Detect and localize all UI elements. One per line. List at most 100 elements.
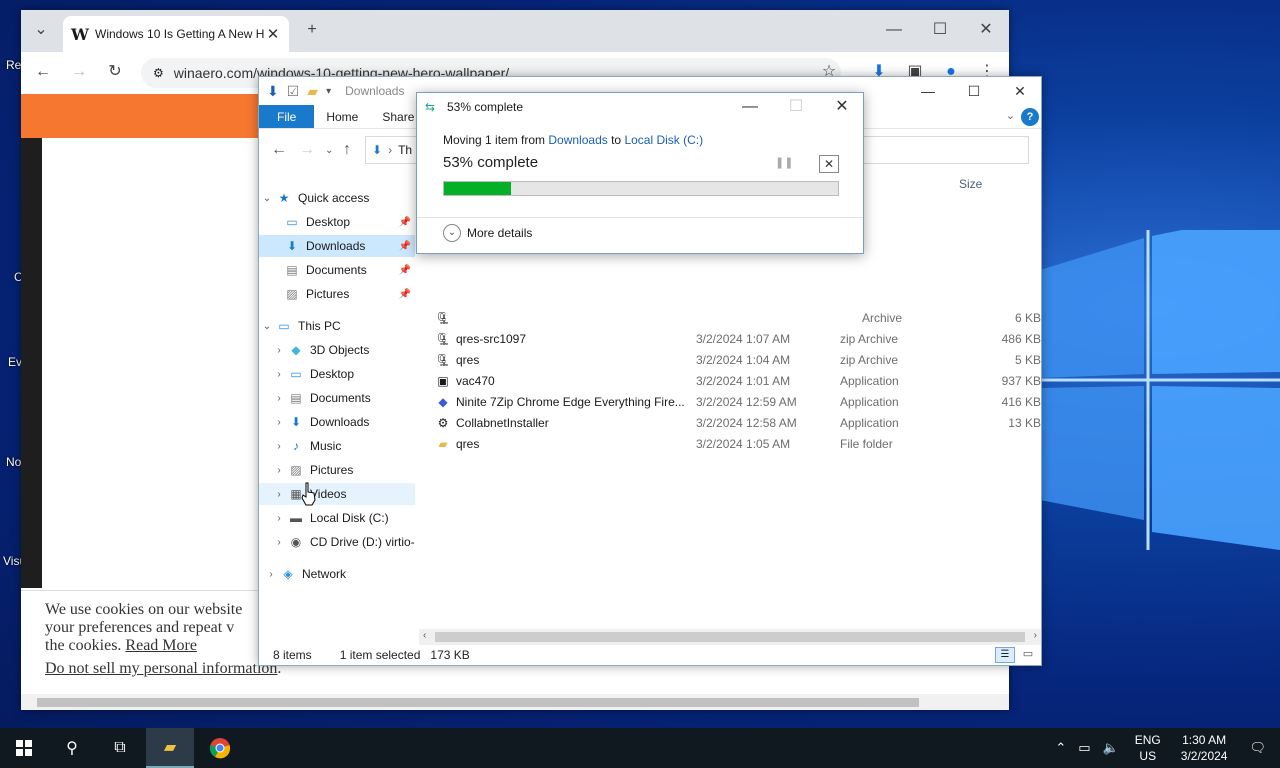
details-view-icon[interactable]: ☰ [995,647,1015,663]
nav-label: Music [310,439,342,453]
collapsed-chevron-icon[interactable]: › [263,569,279,580]
window-title: Downloads [345,84,405,98]
nav-this-pc[interactable]: ⌄ ▭ This PC [259,315,415,337]
reload-icon[interactable]: ↻ [103,60,127,84]
collapsed-chevron-icon[interactable]: › [271,465,287,476]
nav-quick-access[interactable]: ⌄ ★ Quick access [259,187,415,209]
nav-qa-downloads[interactable]: ⬇ Downloads 📌 [259,235,415,257]
pause-icon[interactable]: ❚❚ [775,156,793,172]
nav-qa-desktop[interactable]: ▭ Desktop 📌 [259,211,415,233]
forward-icon[interactable]: → [299,141,315,159]
nav-pc-pictures[interactable]: › ▨ Pictures [259,459,415,481]
volume-icon[interactable]: 🔈 [1103,740,1119,756]
collapsed-chevron-icon[interactable]: › [271,345,287,356]
desktop-icon-label[interactable]: Re [6,58,21,72]
address-crumb[interactable]: Th [398,143,412,157]
pictures-icon: ▨ [290,463,302,477]
large-icons-view-icon[interactable]: ▭ [1019,647,1037,663]
new-tab-icon[interactable]: + [289,16,335,44]
network-icon[interactable]: ▭ [1078,740,1090,756]
chevron-up-icon[interactable]: ⌃ [1055,740,1066,756]
collapsed-chevron-icon[interactable]: › [271,441,287,452]
file-explorer-taskbar-button[interactable]: ▰ [146,728,194,768]
properties-icon[interactable]: ☑ [287,83,300,100]
maximize-icon[interactable]: ☐ [917,16,963,44]
do-not-sell-link[interactable]: Do not sell my personal information [45,660,277,677]
collapsed-chevron-icon[interactable]: › [271,537,287,548]
back-icon[interactable]: ← [271,141,287,159]
scroll-left-icon[interactable]: ‹ [423,630,426,641]
collapsed-chevron-icon[interactable]: › [271,369,287,380]
start-button[interactable] [0,728,48,768]
file-list-horizontal-scrollbar[interactable]: ‹ › [419,629,1041,645]
collapsed-chevron-icon[interactable]: › [271,489,287,500]
minimize-icon[interactable]: — [727,93,773,121]
chrome-taskbar-button[interactable] [196,728,244,768]
nav-cd-drive[interactable]: › ◉ CD Drive (D:) virtio- [259,531,415,553]
expanded-chevron-icon[interactable]: ⌄ [259,193,275,204]
desktop-icon-label[interactable]: Ev [8,355,22,369]
downloads-location-icon: ⬇ [372,143,383,157]
recent-locations-icon[interactable]: ⌄ [325,145,333,156]
file-row[interactable]: 🗜 qres 3/2/2024 1:04 AM zip Archive 5 KB [435,349,1041,370]
nav-pc-downloads[interactable]: › ⬇ Downloads [259,411,415,433]
close-icon[interactable]: ✕ [819,93,865,121]
minimize-icon[interactable]: — [871,16,917,44]
expanded-chevron-icon[interactable]: ⌄ [259,321,275,332]
task-view-button[interactable]: ⧉ [96,728,144,768]
more-details-button[interactable]: ⌄ More details [443,224,532,242]
nav-pc-desktop[interactable]: › ▭ Desktop [259,363,415,385]
zip-icon: 🗜 [435,352,451,367]
nav-qa-documents[interactable]: ▤ Documents 📌 [259,259,415,281]
nav-qa-pictures[interactable]: ▨ Pictures 📌 [259,283,415,305]
site-info-icon[interactable]: ⚙ [153,66,164,80]
back-icon[interactable]: ← [31,60,55,84]
maximize-icon[interactable]: ☐ [951,77,997,105]
language-indicator[interactable]: ENG US [1135,732,1161,764]
scroll-right-icon[interactable]: › [1034,630,1037,641]
nav-label: Pictures [310,463,354,477]
qat-dropdown-icon[interactable]: ▾ [326,86,331,97]
read-more-link[interactable]: Read More [125,637,197,654]
destination-link[interactable]: Local Disk (C:) [624,133,703,147]
scrollbar-thumb[interactable] [435,632,1025,642]
network-icon: ◈ [283,567,293,581]
cancel-icon[interactable]: ✕ [819,155,839,173]
file-row[interactable]: 🗜 qres-src1097 3/2/2024 1:07 AM zip Arch… [435,328,1041,349]
source-link[interactable]: Downloads [548,133,607,147]
nav-local-disk[interactable]: › ▬ Local Disk (C:) [259,507,415,529]
nav-pc-music[interactable]: › ♪ Music [259,435,415,457]
dialog-title: 53% complete [447,100,524,114]
search-button[interactable]: ⚲ [48,728,96,768]
tab-home[interactable]: Home [314,105,370,128]
close-icon[interactable]: ✕ [997,77,1043,105]
file-row[interactable]: ▰ qres 3/2/2024 1:05 AM File folder [435,433,1041,454]
tab-search-icon[interactable]: ⌄ [21,16,61,44]
close-tab-icon[interactable]: ✕ [265,25,281,43]
minimize-icon[interactable]: — [905,77,951,105]
chrome-tab[interactable]: W Windows 10 Is Getting A New H ✕ [63,16,289,52]
clock[interactable]: 1:30 AM 3/2/2024 [1181,732,1228,764]
file-row[interactable]: ▣ vac470 3/2/2024 1:01 AM Application 93… [435,370,1041,391]
forward-icon[interactable]: → [67,60,91,84]
up-icon[interactable]: ↑ [343,141,351,159]
expand-ribbon-icon[interactable]: ⌄ [1006,109,1015,122]
file-row[interactable]: ⚙ CollabnetInstaller 3/2/2024 12:58 AM A… [435,412,1041,433]
help-icon[interactable]: ? [1021,108,1039,126]
nav-pc-documents[interactable]: › ▤ Documents [259,387,415,409]
scrollbar-thumb[interactable] [37,698,919,707]
desktop-icon-label[interactable]: No [6,455,21,469]
tab-file[interactable]: File [259,105,315,128]
file-row[interactable]: ◆ Ninite 7Zip Chrome Edge Everything Fir… [435,391,1041,412]
nav-pc-videos[interactable]: › ▦ Videos [259,483,415,505]
notifications-icon[interactable]: 🗨 [1249,740,1266,756]
new-folder-icon[interactable]: ▰ [307,83,318,100]
close-icon[interactable]: ✕ [963,16,1009,44]
file-row[interactable]: 🗜 Archive 6 KB [435,307,1041,328]
collapsed-chevron-icon[interactable]: › [271,513,287,524]
collapsed-chevron-icon[interactable]: › [271,417,287,428]
page-horizontal-scrollbar[interactable] [21,694,1009,710]
collapsed-chevron-icon[interactable]: › [271,393,287,404]
nav-3d-objects[interactable]: › ◆ 3D Objects [259,339,415,361]
nav-network[interactable]: › ◈ Network [259,563,415,585]
